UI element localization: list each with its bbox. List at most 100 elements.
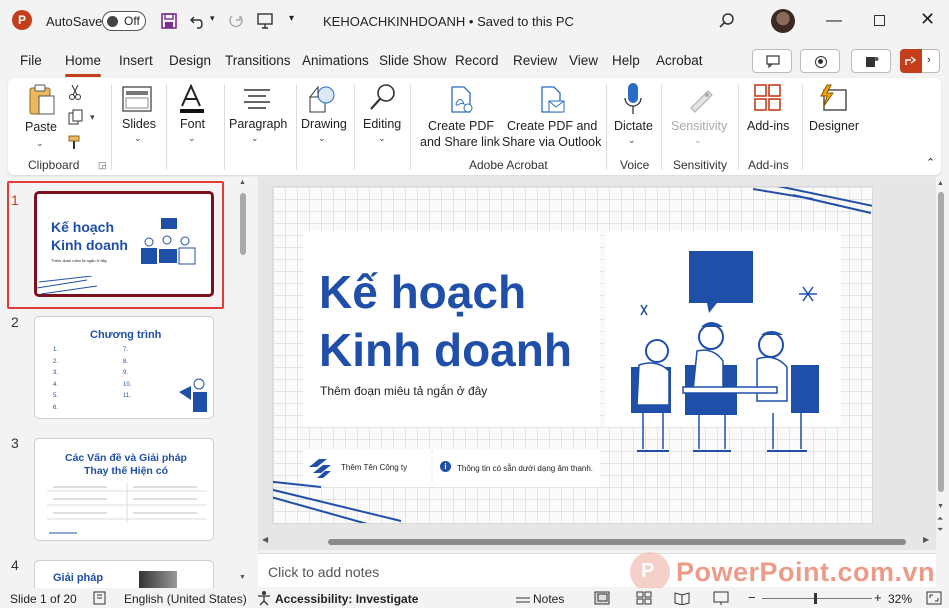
search-icon[interactable] [718, 12, 736, 30]
create-pdf-icon[interactable] [448, 86, 474, 114]
font-label[interactable]: Font [180, 117, 205, 131]
slide-thumbnail-2[interactable]: Chương trình 1. 2. 3. 4. 5. 6. 7. 8. 9. … [34, 316, 214, 419]
language[interactable]: English (United States) [124, 592, 247, 606]
copy-icon[interactable] [68, 109, 84, 125]
cut-icon[interactable] [68, 84, 82, 100]
save-icon[interactable] [160, 12, 178, 30]
fit-to-window-icon[interactable] [926, 591, 942, 605]
paragraph-label[interactable]: Paragraph [229, 117, 287, 131]
thumbnail-scrollbar[interactable] [240, 193, 246, 255]
designer-label[interactable]: Designer [809, 119, 859, 133]
tab-animations[interactable]: Animations [302, 53, 369, 68]
notes-icon[interactable] [515, 592, 531, 604]
editor-scroll-up-icon[interactable]: ▲ [937, 180, 944, 187]
close-icon[interactable]: ✕ [920, 9, 935, 30]
editing-search-icon[interactable] [368, 82, 398, 114]
font-icon[interactable] [178, 84, 206, 114]
undo-icon[interactable] [189, 12, 207, 30]
tab-record[interactable]: Record [455, 53, 499, 68]
tab-design[interactable]: Design [169, 53, 211, 68]
scroll-right-icon[interactable]: ▶ [923, 535, 929, 544]
slide-show-icon[interactable] [713, 591, 729, 605]
tab-home[interactable]: Home [65, 53, 102, 77]
drawing-icon[interactable] [308, 84, 338, 114]
slide-title-line-1[interactable]: Kế hoạch [319, 265, 526, 319]
slide-canvas[interactable]: Kế hoạch Kinh doanh Thêm đoạn miêu tả ng… [272, 186, 873, 524]
add-ins-icon[interactable] [754, 84, 782, 112]
record-button[interactable] [800, 49, 840, 73]
zoom-level[interactable]: 32% [888, 592, 912, 606]
tab-view[interactable]: View [569, 53, 598, 68]
redo-icon[interactable] [226, 12, 244, 30]
slide-thumbnail-3[interactable]: Các Vấn đề và Giải pháp Thay thế Hiện có [34, 438, 214, 541]
comments-button[interactable] [752, 49, 792, 73]
slide-subtitle[interactable]: Thêm đoạn miêu tả ngắn ở đây [320, 384, 487, 398]
copy-dropdown-icon[interactable]: ▾ [90, 112, 95, 123]
editor-scroll-down-icon[interactable]: ▼ [937, 503, 944, 510]
dictate-label[interactable]: Dictate [614, 119, 653, 133]
create-pdf-outlook-icon[interactable] [538, 86, 566, 114]
avatar[interactable] [771, 9, 795, 33]
zoom-in-icon[interactable]: + [874, 590, 882, 605]
notes-toggle[interactable]: Notes [533, 592, 564, 606]
create-pdf-outlook-line2[interactable]: Share via Outlook [502, 135, 601, 149]
teams-present-button[interactable] [851, 49, 891, 73]
create-pdf-outlook-line1[interactable]: Create PDF and [507, 119, 597, 133]
autosave-toggle[interactable]: Off [102, 11, 146, 31]
zoom-slider-thumb[interactable] [814, 593, 817, 604]
spelling-check-icon[interactable] [92, 591, 108, 605]
paste-dropdown-icon[interactable]: ⌄ [36, 138, 44, 149]
paragraph-dropdown-icon[interactable]: ⌄ [251, 133, 259, 144]
tab-slide-show[interactable]: Slide Show [379, 53, 447, 68]
slide-title-line-2[interactable]: Kinh doanh [319, 323, 572, 377]
tab-insert[interactable]: Insert [119, 53, 153, 68]
slides-dropdown-icon[interactable]: ⌄ [134, 133, 142, 144]
zoom-slider[interactable] [762, 598, 872, 599]
accessibility-icon[interactable] [256, 590, 272, 606]
tab-review[interactable]: Review [513, 53, 557, 68]
editing-label[interactable]: Editing [363, 117, 401, 131]
company-name[interactable]: Thêm Tên Công ty [341, 463, 407, 472]
slides-label[interactable]: Slides [122, 117, 156, 131]
collapse-ribbon-icon[interactable]: ⌃ [926, 156, 935, 169]
editor-vertical-scrollbar[interactable] [938, 192, 944, 492]
paragraph-icon[interactable] [242, 88, 272, 112]
previous-slide-icon[interactable]: ⏶ [937, 514, 943, 524]
present-icon[interactable] [256, 12, 274, 30]
editor-horizontal-scrollbar[interactable] [328, 539, 906, 545]
format-painter-icon[interactable] [68, 134, 84, 150]
reading-view-icon[interactable] [674, 591, 690, 605]
customize-toolbar-icon[interactable]: ▾ [289, 13, 294, 24]
minimize-icon[interactable]: — [826, 12, 842, 30]
paste-label[interactable]: Paste [25, 120, 57, 134]
next-slide-icon[interactable]: ⏷ [937, 525, 943, 535]
drawing-label[interactable]: Drawing [301, 117, 347, 131]
scroll-left-icon[interactable]: ◀ [262, 535, 268, 544]
maximize-icon[interactable] [874, 15, 885, 26]
paste-icon[interactable] [28, 84, 56, 116]
undo-dropdown-icon[interactable]: ▾ [210, 13, 215, 24]
slides-icon[interactable] [122, 86, 152, 112]
microphone-icon[interactable] [622, 82, 644, 116]
zoom-out-icon[interactable]: − [748, 590, 756, 605]
scroll-up-icon[interactable]: ▲ [239, 179, 246, 186]
add-ins-label[interactable]: Add-ins [747, 119, 789, 133]
dictate-dropdown-icon[interactable]: ⌄ [628, 135, 636, 146]
slide-sorter-icon[interactable] [636, 591, 652, 605]
create-pdf-line1[interactable]: Create PDF [428, 119, 494, 133]
scroll-down-icon[interactable]: ▼ [239, 574, 246, 581]
tab-help[interactable]: Help [612, 53, 640, 68]
share-dropdown-button[interactable]: › [922, 49, 940, 73]
tab-acrobat[interactable]: Acrobat [656, 53, 703, 68]
clipboard-launcher-icon[interactable]: ◲ [98, 160, 107, 171]
create-pdf-line2[interactable]: and Share link [420, 135, 500, 149]
editing-dropdown-icon[interactable]: ⌄ [378, 133, 386, 144]
designer-icon[interactable] [818, 84, 848, 112]
normal-view-icon[interactable] [594, 591, 610, 605]
share-button[interactable] [900, 49, 922, 73]
drawing-dropdown-icon[interactable]: ⌄ [318, 133, 326, 144]
accessibility-status[interactable]: Accessibility: Investigate [275, 592, 418, 606]
slide-thumbnail-1[interactable]: Kế hoạch Kinh doanh Thêm đoạn miêu tả ng… [34, 191, 214, 297]
font-dropdown-icon[interactable]: ⌄ [188, 133, 196, 144]
tab-file[interactable]: File [20, 53, 42, 68]
